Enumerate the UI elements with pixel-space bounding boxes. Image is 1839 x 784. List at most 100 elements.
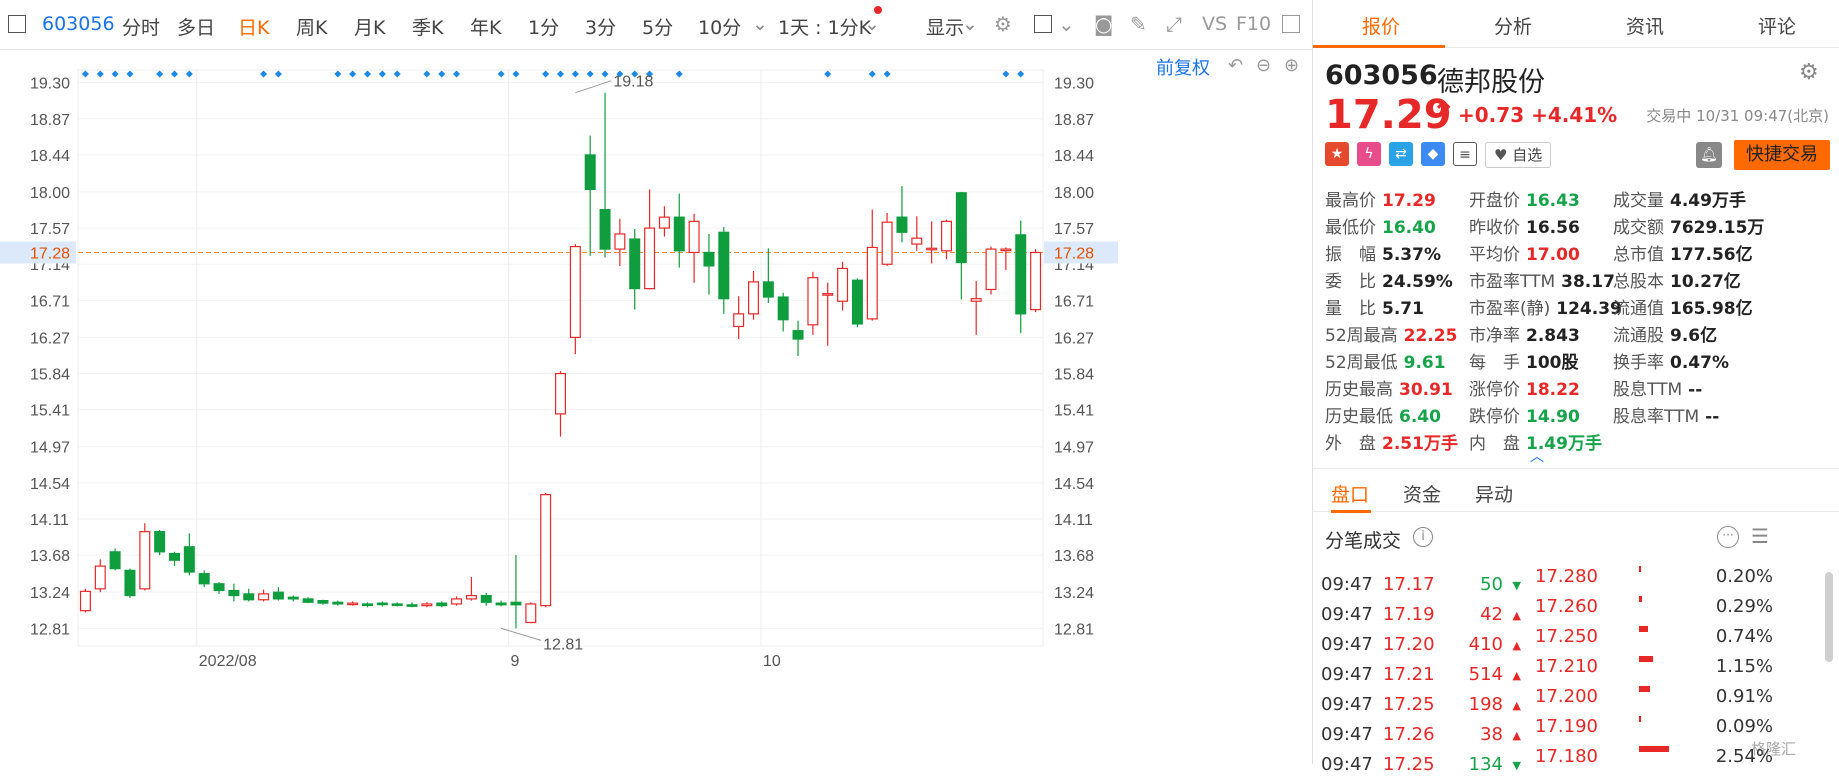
candle-body [94, 565, 106, 590]
tab-multiday[interactable]: 多日 [177, 13, 215, 40]
camera-icon[interactable]: ◙ [1094, 12, 1113, 36]
more-icon[interactable]: ··· [1717, 526, 1739, 548]
period-select[interactable]: 1天 : 1分K [778, 13, 871, 40]
chart-toolbar: 603056 分时 多日 日K 周K 月K 季K 年K 1分 3分 5分 10分… [0, 0, 1312, 50]
stock-code: 603056 [1325, 60, 1438, 91]
candle-body [629, 238, 641, 290]
panel-toggle-icon[interactable] [1282, 15, 1300, 33]
event-marker [1017, 70, 1025, 78]
quote-row: 历史最低 6.40 跌停价 14.90 股息率TTM -- [1325, 402, 1835, 429]
panel-tabs: 报价 分析 资讯 评论 [1313, 0, 1839, 48]
event-marker [185, 70, 193, 78]
event-marker [883, 70, 891, 78]
tab-3min[interactable]: 3分 [585, 13, 616, 40]
chevron-down-icon[interactable]: ⌄ [1058, 12, 1075, 36]
quote-cell: 成交量 4.49万手 [1613, 186, 1746, 211]
pencil-icon[interactable]: ✎ [1130, 12, 1147, 36]
event-marker [364, 70, 371, 78]
list-icon[interactable]: ☰ [1751, 524, 1769, 548]
gear-icon[interactable]: ⚙ [1799, 60, 1819, 85]
toolbar-stock-code: 603056 [42, 13, 115, 35]
add-watchlist-button[interactable]: ♥ 自选 [1485, 142, 1552, 168]
candle-body [1030, 251, 1042, 311]
draw-box-icon[interactable] [1034, 15, 1052, 33]
quote-label: 市盈率TTM [1469, 272, 1556, 292]
scrollbar[interactable] [1825, 572, 1833, 662]
trade-time: 09:47 [1321, 724, 1373, 745]
kline-chart[interactable]: 19.30 19.30 18.87 18.87 18.44 18.44 18.00 18.00… [0, 50, 1312, 764]
candle-body [124, 569, 136, 597]
quote-cell: 流通股 9.6亿 [1613, 321, 1717, 346]
tab-news[interactable]: 资讯 [1585, 12, 1705, 39]
display-select[interactable]: 显示 [926, 13, 964, 40]
event-marker [378, 70, 386, 78]
tag-icon[interactable]: ◆ [1421, 142, 1445, 166]
trade-price: 17.26 [1383, 724, 1435, 745]
trading-status: 交易中 10/31 09:47(北京) [1646, 107, 1829, 125]
quote-grid: 最高价 17.29 开盘价 16.43 成交量 4.49万手 最低价 16.40 昨收价 16.5… [1325, 186, 1835, 456]
min-annotation-line [500, 627, 542, 641]
candle-body [1000, 248, 1012, 252]
x-tick-label: 9 [511, 653, 520, 670]
chevron-down-icon[interactable]: ⌄ [962, 13, 978, 35]
depth-bar [1639, 716, 1641, 722]
quote-value: 17.00 [1526, 245, 1580, 265]
tab-10min[interactable]: 10分 [698, 13, 741, 40]
tab-orderbook[interactable]: 盘口 [1331, 480, 1369, 507]
event-marker [824, 70, 832, 78]
tab-comments[interactable]: 评论 [1717, 12, 1837, 39]
quote-cell: 成交额 7629.15万 [1613, 213, 1764, 238]
bell-icon[interactable]: 🔔︎ [1696, 142, 1722, 168]
y-tick-label-right: 15.41 [1054, 403, 1094, 420]
quote-cell: 最高价 17.29 [1325, 186, 1436, 211]
plot-frame [77, 69, 1044, 647]
y-tick-label-right: 14.54 [1054, 476, 1094, 493]
event-marker [601, 70, 609, 78]
y-tick-label-right: 18.00 [1054, 185, 1094, 202]
tab-intraday[interactable]: 分时 [122, 13, 160, 40]
tab-yearly-k[interactable]: 年K [470, 13, 501, 40]
candle-body [673, 216, 685, 252]
candle-body [688, 220, 700, 254]
candle-body [451, 598, 463, 605]
tab-abnormal[interactable]: 异动 [1475, 480, 1513, 507]
tab-weekly-k[interactable]: 周K [296, 13, 327, 40]
quick-trade-button[interactable]: 快捷交易 [1734, 140, 1830, 170]
tab-daily-k[interactable]: 日K [238, 13, 269, 40]
collapse-icon[interactable]: ︿ [1530, 446, 1544, 466]
tab-quarterly-k[interactable]: 季K [412, 13, 443, 40]
tab-5min[interactable]: 5分 [642, 13, 673, 40]
tab-1min[interactable]: 1分 [528, 13, 559, 40]
event-marker [512, 70, 520, 78]
up-triangle-icon: ▲ [1512, 609, 1521, 622]
shuffle-icon[interactable]: ⇄ [1389, 142, 1413, 166]
candle-body [421, 603, 433, 607]
candle-body [733, 313, 745, 328]
min-annotation-label: 12.81 [543, 636, 583, 653]
candle-body [837, 267, 849, 302]
document-icon[interactable]: ≡ [1453, 142, 1477, 166]
candle-body [228, 589, 240, 597]
quote-value: 4.49万手 [1670, 191, 1746, 211]
chevron-down-icon[interactable]: ⌄ [864, 13, 880, 35]
tab-analysis[interactable]: 分析 [1453, 12, 1573, 39]
info-icon[interactable]: i [1413, 527, 1433, 547]
tab-monthly-k[interactable]: 月K [354, 13, 385, 40]
lightning-icon[interactable]: ϟ [1357, 142, 1381, 166]
quote-label: 委 比 [1325, 272, 1376, 292]
event-marker [542, 70, 550, 78]
candle-body [287, 596, 299, 600]
sidebar-toggle-icon[interactable] [8, 15, 26, 33]
flag-icon[interactable]: ★ [1325, 142, 1349, 166]
depth-price: 17.260 [1535, 596, 1598, 617]
vs-button[interactable]: VS [1202, 13, 1227, 35]
settings-icon[interactable]: ⚙ [994, 12, 1012, 36]
trade-price: 17.25 [1383, 694, 1435, 715]
chevron-down-icon[interactable]: ⌄ [752, 13, 768, 35]
tab-quote[interactable]: 报价 [1321, 12, 1441, 39]
y-tick-label-left: 14.11 [30, 512, 69, 529]
tab-fundflow[interactable]: 资金 [1403, 480, 1441, 507]
f10-button[interactable]: F10 [1236, 13, 1271, 35]
event-marker [334, 70, 342, 78]
fullscreen-icon[interactable]: ⤢ [1166, 12, 1182, 36]
